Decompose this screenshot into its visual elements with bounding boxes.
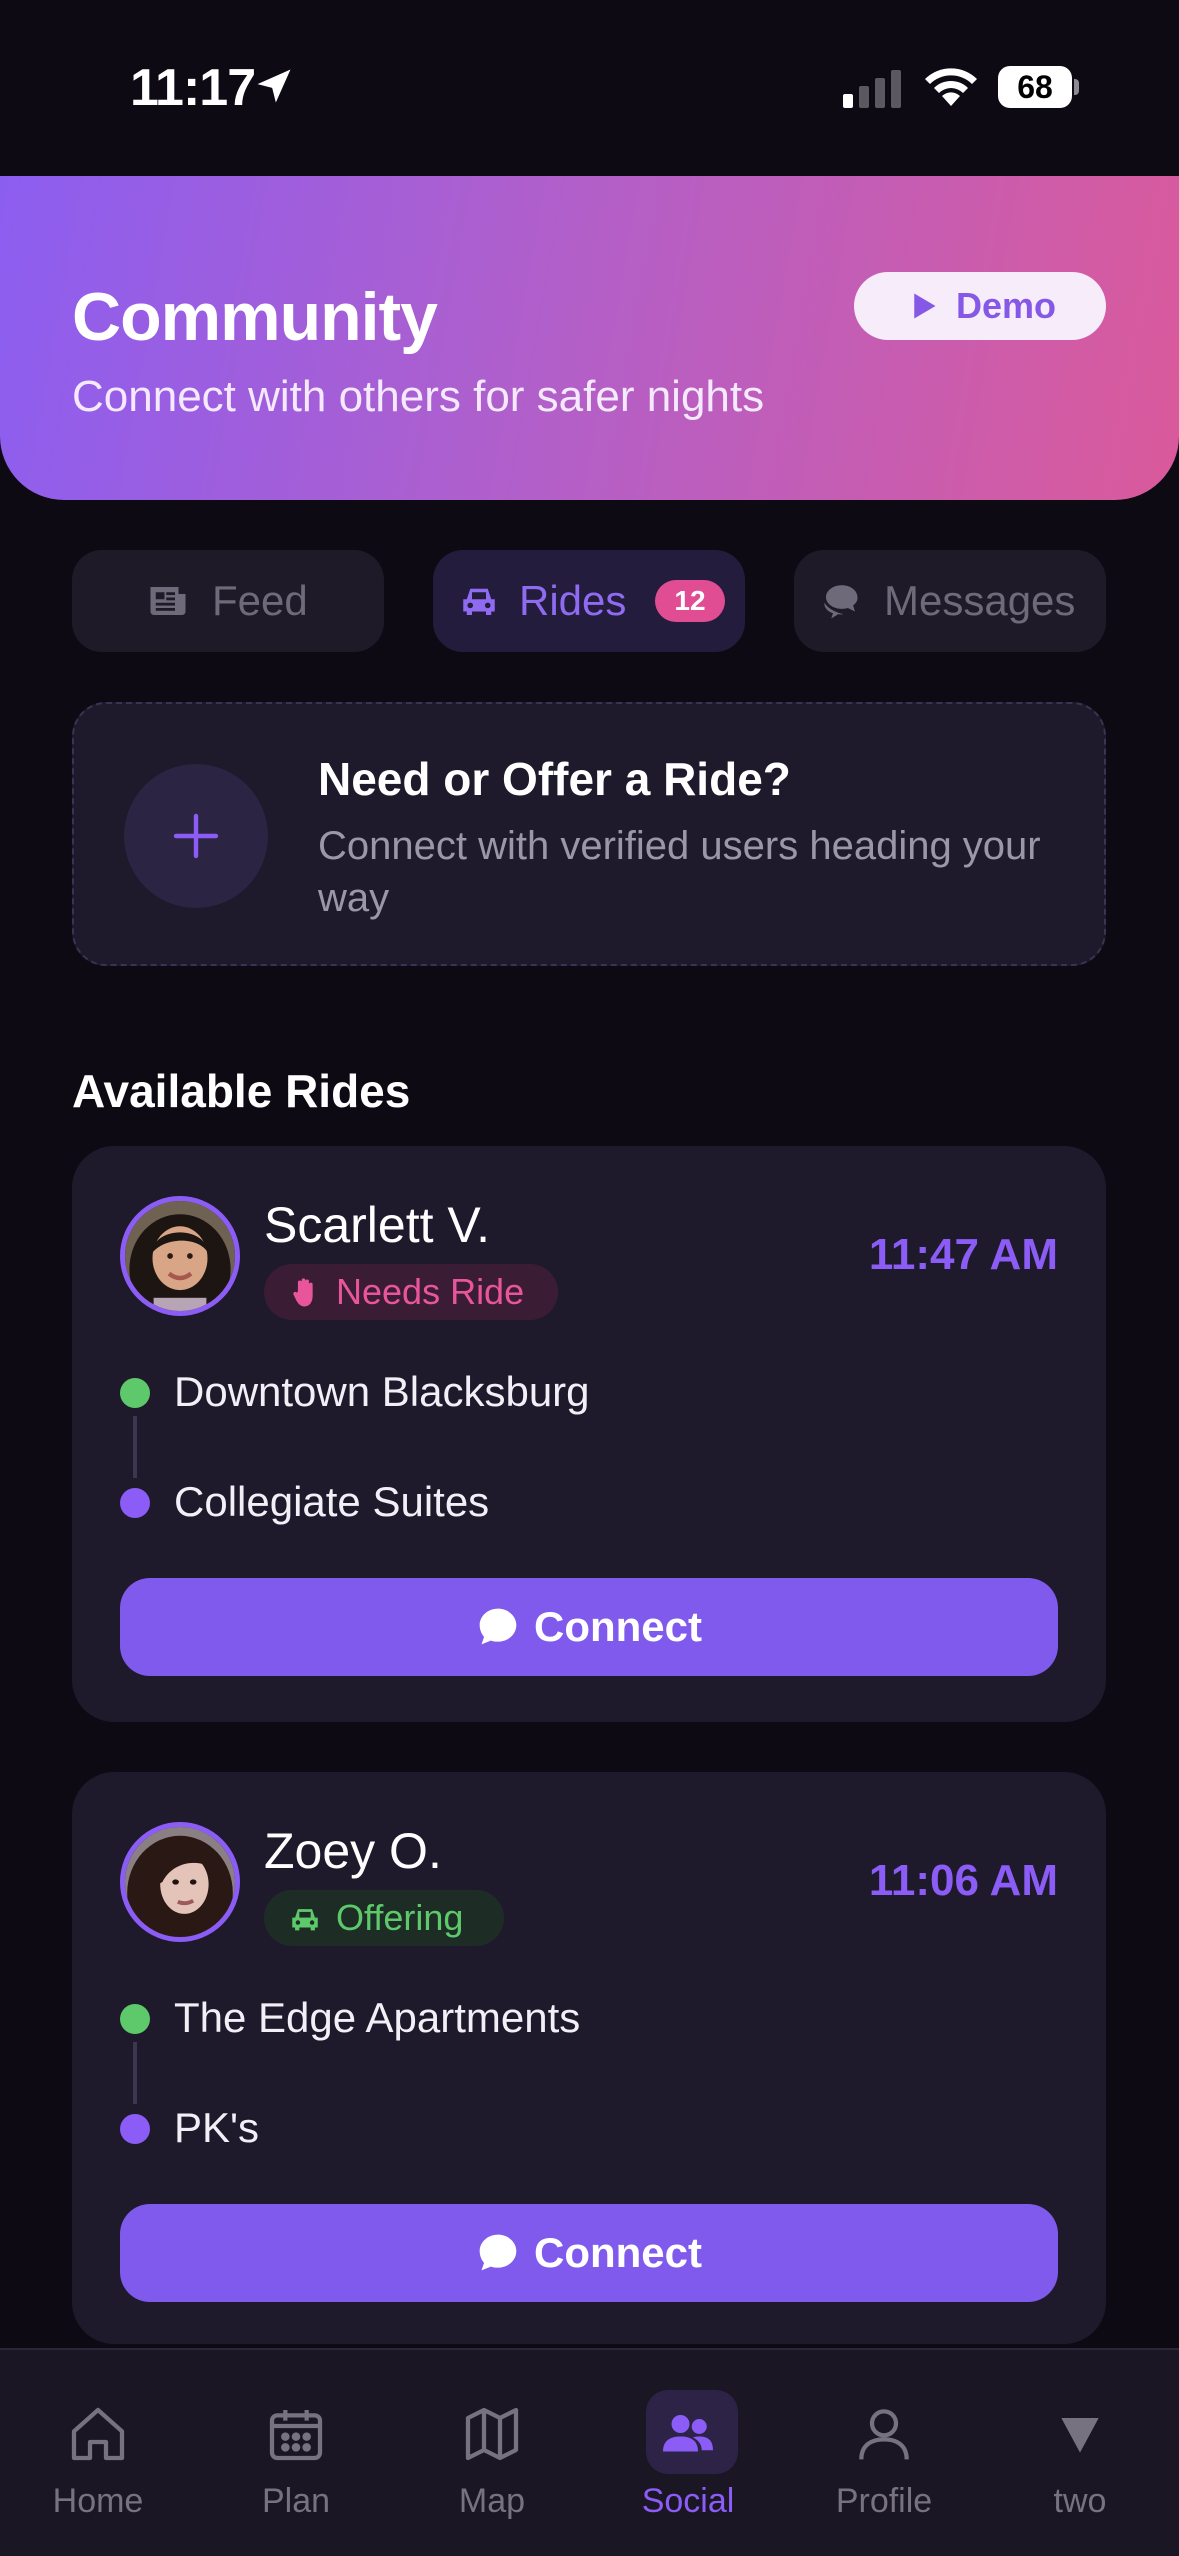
- avatar[interactable]: [120, 1822, 240, 1942]
- nav-plan-label: Plan: [261, 2482, 331, 2520]
- origin-dot: [120, 1378, 150, 1408]
- car-icon: [463, 588, 495, 615]
- status-time: 11:17: [130, 59, 256, 117]
- tab-feed-label: Feed: [212, 577, 308, 624]
- tab-messages[interactable]: Messages: [794, 550, 1106, 652]
- section-title: Available Rides: [72, 1065, 411, 1117]
- page-subtitle: Connect with others for safer nights: [72, 372, 765, 421]
- battery-indicator: 68: [998, 66, 1079, 108]
- offer-ride-card[interactable]: Need or Offer a Ride? Connect with verif…: [72, 702, 1106, 966]
- status-label: Needs Ride: [336, 1271, 525, 1312]
- tab-messages-label: Messages: [884, 577, 1076, 624]
- demo-button[interactable]: Demo: [854, 272, 1106, 340]
- add-ride-button[interactable]: [124, 764, 268, 908]
- page-title: Community: [72, 279, 438, 355]
- nav-profile-label: Profile: [835, 2482, 933, 2520]
- person-icon: [859, 2409, 909, 2460]
- chat-bubble-icon: [479, 1608, 517, 1645]
- destination-dot: [120, 1488, 150, 1518]
- plus-icon: [173, 813, 219, 859]
- cta-title: Need or Offer a Ride?: [318, 753, 791, 805]
- nav-social-label: Social: [641, 2482, 735, 2520]
- location-arrow-icon: [257, 69, 291, 103]
- demo-label: Demo: [956, 285, 1057, 326]
- destination-text: Collegiate Suites: [174, 1478, 490, 1525]
- ride-time: 11:47 AM: [868, 1230, 1058, 1279]
- ride-time: 11:06 AM: [868, 1856, 1058, 1905]
- route-connector: [133, 1416, 137, 1478]
- origin-text: The Edge Apartments: [174, 1994, 581, 2041]
- nav-map-label: Map: [458, 2482, 526, 2520]
- rider-name: Scarlett V.: [264, 1197, 491, 1253]
- map-icon: [465, 2407, 519, 2461]
- origin-dot: [120, 2004, 150, 2034]
- nav-home-label: Home: [52, 2482, 144, 2520]
- connect-label: Connect: [534, 1603, 702, 1650]
- destination-dot: [120, 2114, 150, 2144]
- nav-two-label: two: [1053, 2482, 1107, 2520]
- newspaper-icon: [150, 587, 186, 615]
- community-header: Community Connect with others for safer …: [0, 176, 1179, 500]
- rides-count-badge: 12: [655, 580, 725, 622]
- nav-two[interactable]: two: [990, 2350, 1170, 2556]
- battery-level: 68: [1017, 69, 1053, 105]
- status-label: Offering: [336, 1897, 464, 1938]
- bottom-navigation: Home Plan Map Social Profile two: [0, 2348, 1179, 2556]
- nav-map[interactable]: Map: [402, 2350, 582, 2556]
- ride-card: Scarlett V. Needs Ride 11:47 AM Downtown…: [72, 1146, 1106, 1722]
- triangle-down-icon: [1061, 2418, 1099, 2453]
- status-bar: 11:17 68: [0, 0, 1179, 176]
- nav-home[interactable]: Home: [8, 2350, 188, 2556]
- play-icon: [914, 293, 936, 319]
- nav-social[interactable]: Social: [598, 2350, 778, 2556]
- calendar-icon: [269, 2410, 323, 2461]
- connect-label: Connect: [534, 2229, 702, 2276]
- origin-text: Downtown Blacksburg: [174, 1368, 590, 1415]
- status-badge: Offering: [264, 1890, 504, 1946]
- cta-subtitle: Connect with verified users heading your…: [318, 824, 1041, 920]
- chat-bubbles-icon: [824, 585, 858, 619]
- destination-text: PK's: [174, 2104, 260, 2151]
- connect-button[interactable]: Connect: [120, 2204, 1058, 2302]
- wifi-icon: [925, 68, 977, 106]
- route-connector: [133, 2042, 137, 2104]
- people-icon: [663, 2415, 713, 2452]
- cellular-signal-icon: [843, 70, 901, 108]
- connect-button[interactable]: Connect: [120, 1578, 1058, 1676]
- tab-rides-label: Rides: [519, 577, 627, 624]
- hand-icon: [293, 1278, 313, 1307]
- rider-name: Zoey O.: [264, 1823, 442, 1879]
- avatar[interactable]: [120, 1196, 240, 1316]
- chat-bubble-icon: [479, 2234, 517, 2271]
- tab-rides[interactable]: Rides 12: [433, 550, 745, 652]
- tab-feed[interactable]: Feed: [72, 550, 384, 652]
- home-icon: [71, 2407, 125, 2461]
- nav-profile[interactable]: Profile: [794, 2350, 974, 2556]
- car-icon: [292, 1909, 318, 1931]
- status-badge: Needs Ride: [264, 1264, 558, 1320]
- ride-card: Zoey O. Offering 11:06 AM The Edge Apart…: [72, 1772, 1106, 2344]
- nav-plan[interactable]: Plan: [206, 2350, 386, 2556]
